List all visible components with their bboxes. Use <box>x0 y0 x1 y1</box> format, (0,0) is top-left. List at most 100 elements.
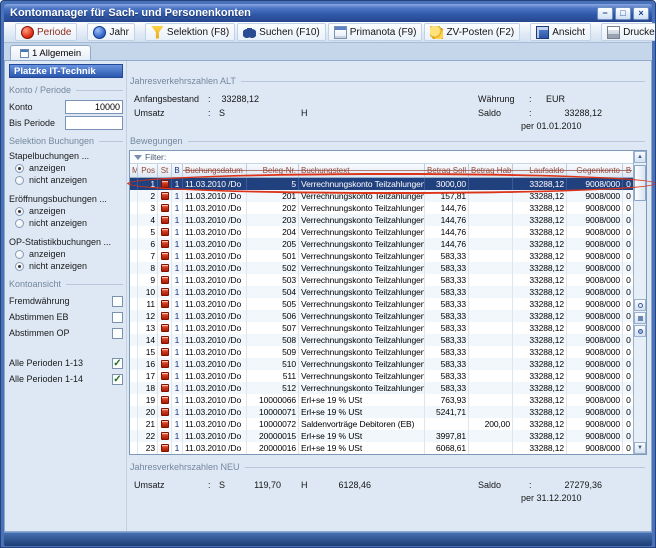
radio-icon[interactable] <box>15 176 24 185</box>
checkbox-icon[interactable]: ✓ <box>112 358 123 369</box>
vertical-scrollbar[interactable]: ▲ ▼ <box>633 151 646 454</box>
checkbox-icon[interactable] <box>112 296 123 307</box>
radio-option[interactable]: anzeigen <box>9 162 123 174</box>
minimize-button[interactable]: − <box>597 7 613 20</box>
grid-row[interactable]: 4111.03.2010 /Do203Verrechnungskonto Tei… <box>130 214 634 226</box>
column-header[interactable]: B <box>172 164 183 177</box>
cell-beleg: 10000071 <box>247 406 299 418</box>
grid-row[interactable]: 19111.03.2010 /Do10000066Erl+se 19 % USt… <box>130 394 634 406</box>
checkbox-row[interactable]: Abstimmen EB <box>9 309 123 325</box>
drucken-button[interactable]: Drucken <box>601 23 656 41</box>
checkbox-row[interactable]: Fremdwährung <box>9 293 123 309</box>
checkbox-icon[interactable] <box>112 328 123 339</box>
scroll-down-button[interactable]: ▼ <box>634 442 646 454</box>
scroll-up-button[interactable]: ▲ <box>634 151 646 163</box>
cell-beleg: 504 <box>247 286 299 298</box>
ansicht-button[interactable]: Ansicht <box>530 23 591 41</box>
cell-haben <box>469 406 513 418</box>
checkbox-icon[interactable]: ✓ <box>112 374 123 385</box>
radio-option[interactable]: anzeigen <box>9 205 123 217</box>
radio-icon[interactable] <box>15 262 24 271</box>
cell-stapel <box>158 286 172 298</box>
radio-icon[interactable] <box>15 250 24 259</box>
radio-icon[interactable] <box>15 164 24 173</box>
dot-icon <box>638 329 643 334</box>
cell-datum: 11.03.2010 /Do <box>183 406 247 418</box>
jahr-button[interactable]: Jahr <box>87 23 134 41</box>
maximize-button[interactable]: □ <box>615 7 631 20</box>
grid-row[interactable]: 16111.03.2010 /Do510Verrechnungskonto Te… <box>130 358 634 370</box>
scroll-tool-button-3[interactable] <box>634 325 646 337</box>
group-caption-jvz-neu: Jahresverkehrszahlen NEU <box>130 462 645 472</box>
grid-row[interactable]: 14111.03.2010 /Do508Verrechnungskonto Te… <box>130 334 634 346</box>
cell-text: Erl+se 19 % USt <box>299 430 425 442</box>
stapel-icon <box>161 360 169 368</box>
grid-row[interactable]: 21111.03.2010 /Do10000072Saldenvorträge … <box>130 418 634 430</box>
grid-row[interactable]: 13111.03.2010 /Do507Verrechnungskonto Te… <box>130 322 634 334</box>
periode-button[interactable]: Periode <box>15 23 77 41</box>
cell-gegen: 9008/000 <box>567 178 623 190</box>
grid-row[interactable]: 20111.03.2010 /Do10000071Erl+se 19 % USt… <box>130 406 634 418</box>
cell-gegen: 9008/000 <box>567 442 623 454</box>
cell-soll: 583,33 <box>425 286 469 298</box>
cell-beleg: 510 <box>247 358 299 370</box>
grid-row[interactable]: 2111.03.2010 /Do201Verrechnungskonto Tei… <box>130 190 634 202</box>
tab-allgemein[interactable]: 1 Allgemein <box>10 45 91 61</box>
cell-haben: 200,00 <box>469 418 513 430</box>
radio-icon[interactable] <box>15 219 24 228</box>
column-header[interactable]: Pos <box>138 164 158 177</box>
sidebar: Platzke IT-Technik Konto / Periode Konto… <box>9 64 123 528</box>
selektion-button[interactable]: Selektion (F8) <box>145 23 235 41</box>
checkbox-row[interactable]: Abstimmen OP <box>9 325 123 341</box>
konto-input[interactable] <box>65 100 123 114</box>
column-header[interactable]: M <box>130 164 138 177</box>
cell-datum: 11.03.2010 /Do <box>183 442 247 454</box>
grid-row[interactable]: 12111.03.2010 /Do506Verrechnungskonto Te… <box>130 310 634 322</box>
checkbox-row[interactable]: Alle Perioden 1-14✓ <box>9 371 123 387</box>
grid-filter-row[interactable]: Filter: <box>130 151 634 164</box>
radio-option[interactable]: nicht anzeigen <box>9 174 123 186</box>
grid-row[interactable]: 17111.03.2010 /Do511Verrechnungskonto Te… <box>130 370 634 382</box>
cell-text: Verrechnungskonto Teilzahlungen <box>299 226 425 238</box>
titlebar[interactable]: Kontomanager für Sach- und Personenkonte… <box>4 4 652 22</box>
scroll-tool-button-1[interactable] <box>634 299 646 311</box>
checkbox-row[interactable]: Alle Perioden 1-13✓ <box>9 355 123 371</box>
grid-row[interactable]: 22111.03.2010 /Do20000015Erl+se 19 % USt… <box>130 430 634 442</box>
column-header[interactable]: St <box>158 164 172 177</box>
zv-posten-button[interactable]: ZV-Posten (F2) <box>424 23 520 41</box>
grid-row[interactable]: 15111.03.2010 /Do509Verrechnungskonto Te… <box>130 346 634 358</box>
cell-datum: 11.03.2010 /Do <box>183 310 247 322</box>
checkbox-icon[interactable] <box>112 312 123 323</box>
grid-row[interactable]: 3111.03.2010 /Do202Verrechnungskonto Tei… <box>130 202 634 214</box>
radio-option[interactable]: anzeigen <box>9 248 123 260</box>
grid-row[interactable]: 8111.03.2010 /Do502Verrechnungskonto Tei… <box>130 262 634 274</box>
radio-option[interactable]: nicht anzeigen <box>9 260 123 272</box>
grid-row[interactable]: 18111.03.2010 /Do512Verrechnungskonto Te… <box>130 382 634 394</box>
bis-periode-input[interactable] <box>65 116 123 130</box>
grid-row[interactable]: 6111.03.2010 /Do205Verrechnungskonto Tei… <box>130 238 634 250</box>
cell-pos: 14 <box>138 334 158 346</box>
suchen-button[interactable]: Suchen (F10) <box>237 23 326 41</box>
grid-row[interactable]: 11111.03.2010 /Do505Verrechnungskonto Te… <box>130 298 634 310</box>
grid-row[interactable]: 7111.03.2010 /Do501Verrechnungskonto Tei… <box>130 250 634 262</box>
stapel-icon <box>161 384 169 392</box>
close-button[interactable]: × <box>633 7 649 20</box>
grid-row[interactable]: 1111.03.2010 /Do5Verrechnungskonto Teilz… <box>130 178 634 190</box>
cell-gegen: 9008/000 <box>567 358 623 370</box>
primanota-button[interactable]: Primanota (F9) <box>328 23 423 41</box>
grid-row[interactable]: 10111.03.2010 /Do504Verrechnungskonto Te… <box>130 286 634 298</box>
cell-lauf: 33288,12 <box>513 238 567 250</box>
cell-pos: 21 <box>138 418 158 430</box>
cell-soll: 583,33 <box>425 346 469 358</box>
scroll-tool-button-2[interactable] <box>634 312 646 324</box>
grid-row[interactable]: 9111.03.2010 /Do503Verrechnungskonto Tei… <box>130 274 634 286</box>
grid-row[interactable]: 5111.03.2010 /Do204Verrechnungskonto Tei… <box>130 226 634 238</box>
radio-option[interactable]: nicht anzeigen <box>9 217 123 229</box>
group-caption-selektion: Selektion Buchungen <box>9 136 123 146</box>
cell-beleg: 5 <box>247 178 299 190</box>
stapel-icon <box>161 408 169 416</box>
grid-row[interactable]: 23111.03.2010 /Do20000016Erl+se 19 % USt… <box>130 442 634 454</box>
radio-icon[interactable] <box>15 207 24 216</box>
radio-option-label: nicht anzeigen <box>29 218 87 228</box>
scrollbar-thumb[interactable] <box>634 165 646 201</box>
